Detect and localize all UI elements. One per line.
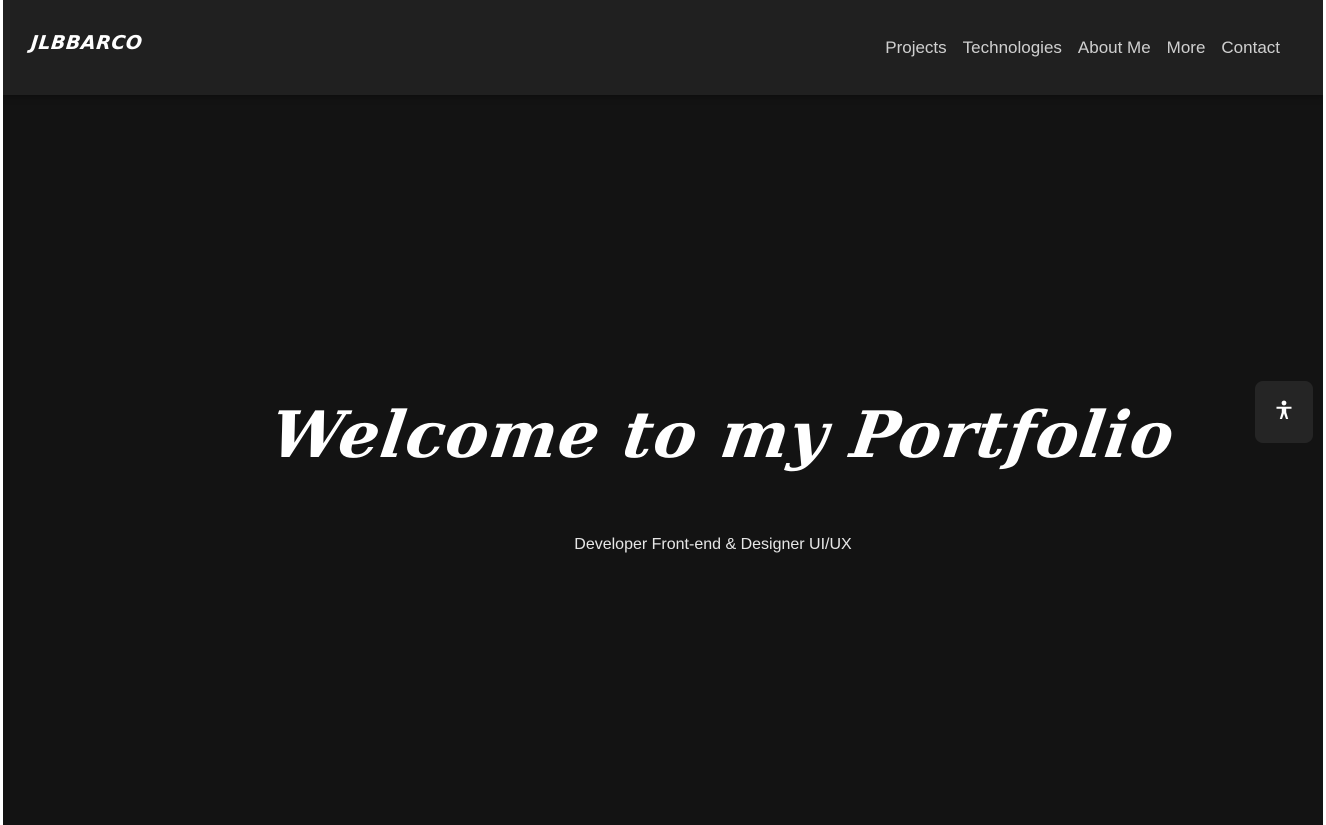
hero-title: Welcome to my Portfolio bbox=[266, 398, 1180, 473]
nav-link-contact[interactable]: Contact bbox=[1221, 37, 1280, 59]
nav-link-more[interactable]: More bbox=[1167, 37, 1206, 59]
nav-link-technologies[interactable]: Technologies bbox=[963, 37, 1062, 59]
nav-menu: Projects Technologies About Me More Cont… bbox=[885, 37, 1280, 59]
navbar: JLBBARCO Projects Technologies About Me … bbox=[3, 0, 1323, 95]
brand-logo[interactable]: JLBBARCO bbox=[30, 32, 144, 54]
accessibility-icon bbox=[1275, 400, 1293, 425]
page: JLBBARCO Projects Technologies About Me … bbox=[3, 0, 1323, 825]
nav-link-projects[interactable]: Projects bbox=[885, 37, 946, 59]
nav-link-about-me[interactable]: About Me bbox=[1078, 37, 1151, 59]
accessibility-button[interactable] bbox=[1255, 381, 1313, 443]
hero-subtitle: Developer Front-end & Designer UI/UX bbox=[574, 536, 852, 553]
